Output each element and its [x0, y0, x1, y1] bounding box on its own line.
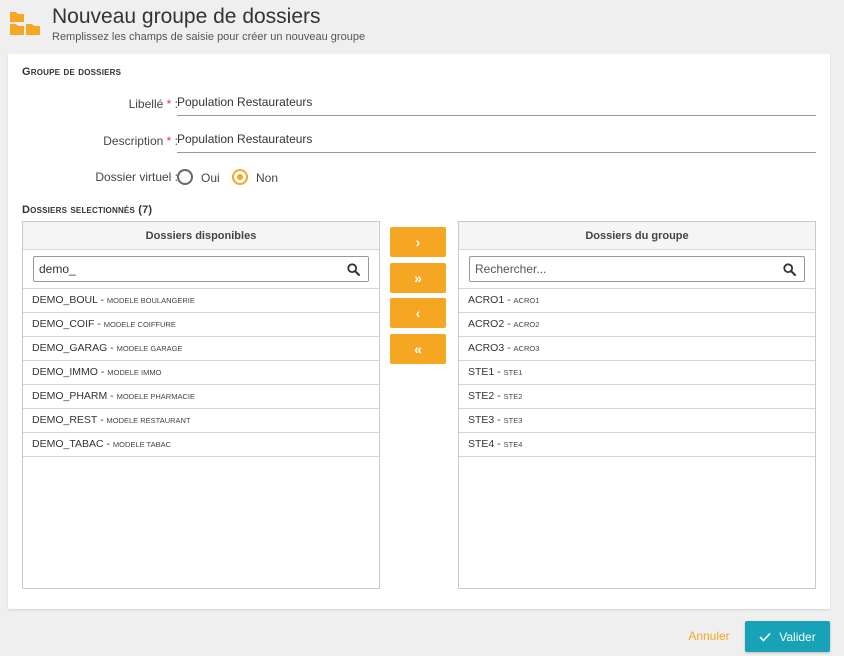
move-right-button[interactable]: › — [390, 227, 446, 257]
list-item[interactable]: ACRO3 - acro3 — [459, 337, 815, 361]
group-search-input[interactable] — [470, 257, 770, 281]
validate-label: Valider — [779, 629, 816, 644]
item-code: DEMO_BOUL — [32, 294, 98, 306]
search-icon[interactable] — [347, 263, 360, 276]
required-mark: * — [166, 134, 172, 148]
item-name: ste3 — [503, 416, 523, 425]
item-separator: - — [504, 318, 514, 330]
folders-icon — [10, 12, 40, 35]
item-separator: - — [494, 390, 504, 402]
cancel-button[interactable]: Annuler — [680, 622, 738, 650]
item-separator: - — [97, 366, 108, 378]
list-item[interactable]: DEMO_REST - Modele restaurant — [23, 409, 379, 433]
list-item[interactable]: ACRO1 - acro1 — [459, 289, 815, 313]
item-name: ste2 — [503, 392, 523, 401]
move-left-button[interactable]: ‹ — [390, 298, 446, 328]
item-separator: - — [103, 438, 113, 450]
item-name: Modele boulangerie — [106, 296, 195, 305]
item-code: DEMO_COIF — [32, 318, 95, 330]
group-folders-panel: Dossiers du groupe ACRO1 - acro1ACRO2 - … — [458, 221, 816, 589]
item-separator: - — [494, 414, 504, 426]
libelle-label: Libellé * : — [128, 97, 178, 111]
item-separator: - — [107, 390, 117, 402]
item-code: DEMO_REST — [32, 414, 98, 426]
item-name: acro3 — [513, 344, 540, 353]
item-code: STE4 — [468, 438, 495, 450]
list-item[interactable]: DEMO_TABAC - Modele tabac — [23, 433, 379, 457]
item-code: DEMO_PHARM — [32, 390, 108, 402]
available-folders-panel: Dossiers disponibles DEMO_BOUL - Modele … — [22, 221, 380, 589]
available-search-box — [33, 256, 369, 282]
item-separator: - — [504, 342, 514, 354]
list-item[interactable]: STE3 - ste3 — [459, 409, 815, 433]
item-code: STE2 — [468, 390, 495, 402]
group-folders-header: Dossiers du groupe — [459, 222, 815, 250]
list-item[interactable]: STE2 - ste2 — [459, 385, 815, 409]
item-code: STE3 — [468, 414, 495, 426]
list-item[interactable]: DEMO_GARAG - Modele garage — [23, 337, 379, 361]
move-all-right-button[interactable]: » — [390, 263, 446, 293]
item-name: ste1 — [503, 368, 523, 377]
item-name: acro2 — [513, 320, 540, 329]
available-folders-list: DEMO_BOUL - Modele boulangerie DEMO_COIF … — [23, 288, 379, 457]
item-name: Modele pharmacie — [116, 392, 195, 401]
page-subtitle: Remplissez les champs de saisie pour cré… — [52, 31, 366, 43]
item-name: Modele tabac — [112, 440, 171, 449]
list-item[interactable]: ACRO2 - acro2 — [459, 313, 815, 337]
item-separator: - — [97, 414, 107, 426]
item-separator: - — [504, 294, 514, 306]
form-card: Groupe de dossiers Libellé * : Descripti… — [8, 54, 830, 609]
item-code: DEMO_GARAG — [32, 342, 108, 354]
item-code: DEMO_IMMO — [32, 366, 98, 378]
item-name: Modele restaurant — [106, 416, 191, 425]
item-name: Modele garage — [116, 344, 183, 353]
group-section-title: Groupe de dossiers — [22, 66, 122, 78]
validate-button[interactable]: Valider — [745, 621, 830, 652]
list-item[interactable]: STE4 - ste4 — [459, 433, 815, 457]
item-name: Modele immo — [107, 368, 162, 377]
page-header: Nouveau groupe de dossiers Remplissez le… — [0, 0, 844, 52]
group-folders-list: ACRO1 - acro1 ACRO2 - acro2 ACRO3 - acro3 S… — [459, 288, 815, 457]
item-separator: - — [107, 342, 117, 354]
radio-non[interactable] — [232, 169, 248, 185]
description-label: Description * : — [103, 134, 178, 148]
item-name: acro1 — [513, 296, 540, 305]
item-name: Modele coiffure — [103, 320, 176, 329]
item-separator: - — [97, 294, 107, 306]
item-separator: - — [494, 366, 504, 378]
move-all-left-button[interactable]: « — [390, 334, 446, 364]
item-code: ACRO3 — [468, 342, 505, 354]
item-separator: - — [494, 438, 504, 450]
available-search-input[interactable] — [34, 257, 334, 281]
list-item[interactable]: DEMO_COIF - Modele coiffure — [23, 313, 379, 337]
selected-section-title: Dossiers selectionnés (7) — [22, 204, 153, 216]
list-item[interactable]: DEMO_IMMO - Modele immo — [23, 361, 379, 385]
group-search-box — [469, 256, 805, 282]
required-mark: * — [166, 97, 172, 111]
radio-oui[interactable] — [177, 169, 193, 185]
check-icon — [759, 632, 771, 642]
list-item[interactable]: STE1 - ste1 — [459, 361, 815, 385]
description-input[interactable] — [177, 129, 816, 153]
item-code: ACRO1 — [468, 294, 505, 306]
radio-non-label[interactable]: Non — [256, 171, 278, 185]
virtual-folder-label: Dossier virtuel : — [95, 170, 178, 184]
item-code: STE1 — [468, 366, 495, 378]
list-item[interactable]: DEMO_BOUL - Modele boulangerie — [23, 289, 379, 313]
item-separator: - — [94, 318, 104, 330]
item-code: ACRO2 — [468, 318, 505, 330]
search-icon[interactable] — [783, 263, 796, 276]
list-item[interactable]: DEMO_PHARM - Modele pharmacie — [23, 385, 379, 409]
available-folders-header: Dossiers disponibles — [23, 222, 379, 250]
libelle-input[interactable] — [177, 92, 816, 116]
item-code: DEMO_TABAC — [32, 438, 104, 450]
item-name: ste4 — [503, 440, 523, 449]
radio-oui-label[interactable]: Oui — [201, 171, 220, 185]
page-title: Nouveau groupe de dossiers — [52, 5, 321, 28]
